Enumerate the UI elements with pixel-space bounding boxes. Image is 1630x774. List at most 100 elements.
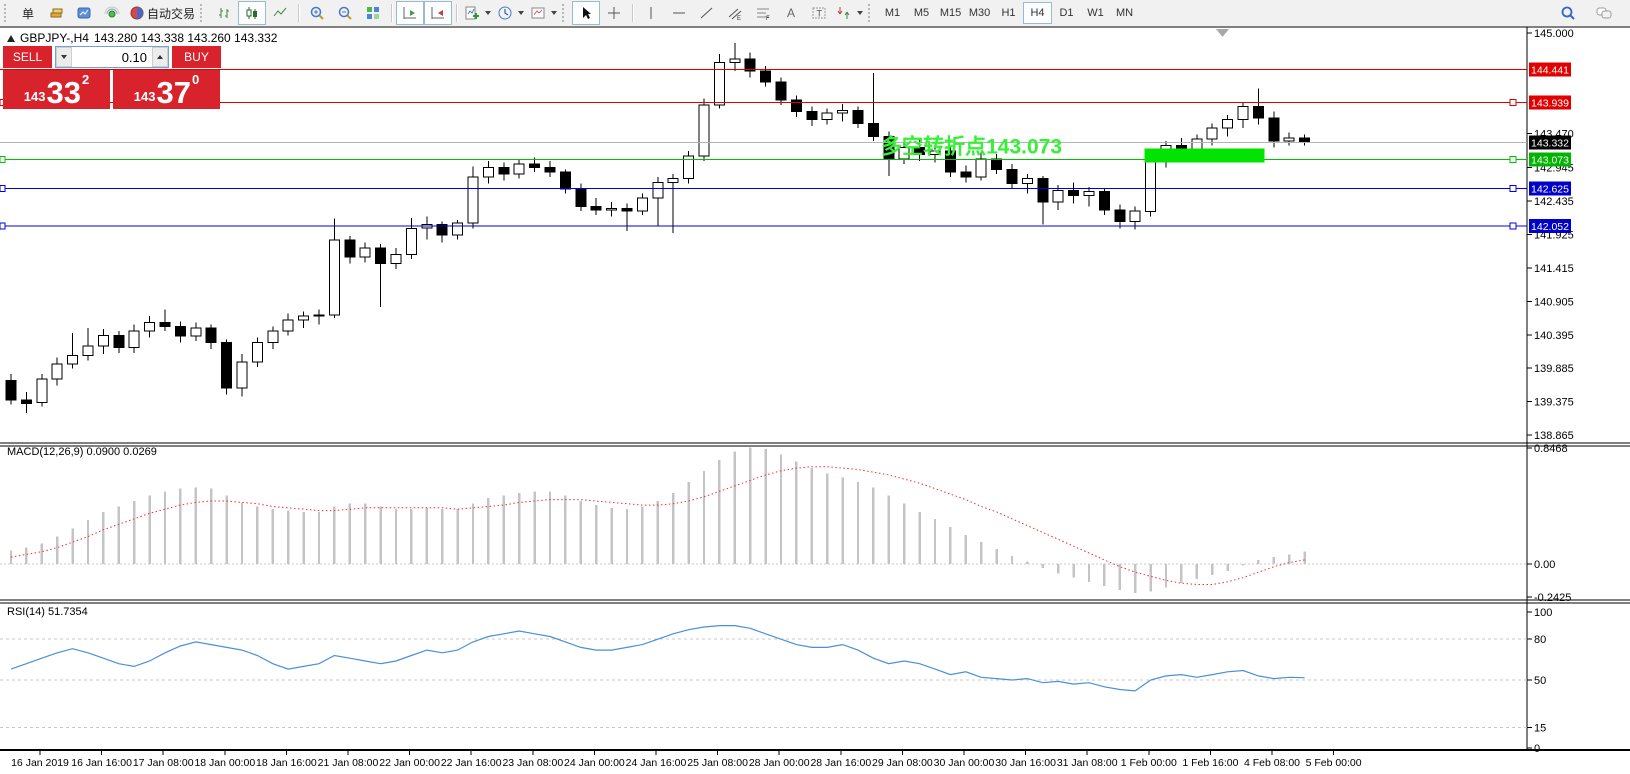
dropdown-arrow-icon[interactable] [857, 11, 863, 15]
zoom-out-button[interactable] [331, 1, 359, 25]
tf-h1-button-label: H1 [1001, 7, 1015, 19]
toolbar-separator [632, 4, 633, 22]
one-click-trade-panel: SELL BUY 143332 143370 [3, 46, 221, 109]
date-tick-label: 23 Jan 08:00 [502, 757, 563, 769]
tile-windows-button[interactable] [359, 1, 387, 25]
date-tick-label: 29 Jan 08:00 [872, 757, 933, 769]
date-tick-label: 28 Jan 00:00 [749, 757, 810, 769]
gold-icon [48, 5, 64, 21]
shift-icon [402, 5, 418, 21]
date-tick-label: 22 Jan 00:00 [379, 757, 440, 769]
date-tick-label: 28 Jan 16:00 [810, 757, 871, 769]
bar-chart-button[interactable] [210, 1, 238, 25]
arrows-icon [836, 5, 852, 21]
lot-decrease-button[interactable] [56, 47, 72, 67]
price-badge-label: 142.052 [1531, 221, 1569, 233]
trendline-button[interactable] [693, 1, 721, 25]
date-tick-label: 21 Jan 08:00 [318, 757, 379, 769]
tf-w1-button[interactable]: W1 [1081, 2, 1110, 24]
buy-price-display[interactable]: 143370 [113, 70, 220, 109]
rsi-tick-label: 0 [1534, 743, 1540, 755]
periods-button[interactable] [494, 1, 527, 25]
support-zone-rect[interactable] [1145, 148, 1265, 162]
search-button[interactable] [1554, 1, 1582, 25]
tf-m30-button[interactable]: M30 [965, 2, 994, 24]
tf-mn-button[interactable]: MN [1110, 2, 1139, 24]
horizontal-line-button[interactable] [665, 1, 693, 25]
arrows-button[interactable] [833, 1, 866, 25]
zoom-in-button[interactable] [303, 1, 331, 25]
tf-h4-button[interactable]: H4 [1023, 2, 1052, 24]
chat-button[interactable] [1590, 1, 1618, 25]
dropdown-arrow-icon[interactable] [551, 11, 557, 15]
signals-button[interactable] [98, 1, 126, 25]
zoomin-icon [309, 5, 325, 21]
market-orders-button[interactable] [42, 1, 70, 25]
toolbar-drag-handle[interactable] [200, 4, 206, 22]
candlestick-chart-button[interactable] [238, 1, 266, 25]
tf-d1-button[interactable]: D1 [1052, 2, 1081, 24]
symbol-expand-icon[interactable] [7, 35, 15, 42]
hline-icon [671, 5, 687, 21]
lot-input[interactable] [72, 47, 152, 67]
publish-icon [76, 5, 92, 21]
price-tick-label: 138.865 [1534, 430, 1574, 442]
toolbar-drag-handle[interactable] [562, 4, 568, 22]
fibonacci-button[interactable]: F [749, 1, 777, 25]
linechart-icon [272, 5, 288, 21]
channel-button[interactable]: E [721, 1, 749, 25]
tf-h1-button[interactable]: H1 [994, 2, 1023, 24]
tf-h4-button-label: H4 [1030, 7, 1044, 19]
date-tick-label: 30 Jan 00:00 [934, 757, 995, 769]
mt4-window: { "toolbar": { "groups": [ {"buttons": [… [0, 0, 1630, 774]
date-tick-label: 17 Jan 08:00 [133, 757, 194, 769]
templates-button[interactable] [527, 1, 560, 25]
crosshair-button[interactable] [600, 1, 628, 25]
fibo-icon: F [755, 5, 771, 21]
text-label-button[interactable]: T [805, 1, 833, 25]
text-button[interactable]: A [777, 1, 805, 25]
date-tick-label: 5 Feb 00:00 [1306, 757, 1362, 769]
line-chart-button[interactable] [266, 1, 294, 25]
tf-m1-button[interactable]: M1 [878, 2, 907, 24]
date-tick-label: 30 Jan 16:00 [995, 757, 1056, 769]
price-tick-label: 139.885 [1534, 363, 1574, 375]
clock-icon [497, 5, 513, 21]
buy-button[interactable]: BUY [172, 46, 221, 68]
dropdown-arrow-icon[interactable] [485, 11, 491, 15]
autoscroll-button[interactable] [424, 1, 452, 25]
pivot-annotation-text[interactable]: 多空转折点143.073 [881, 135, 1062, 159]
tf-m30-button-label: M30 [969, 7, 990, 19]
tf-m5-button[interactable]: M5 [907, 2, 936, 24]
toolbar-separator [456, 4, 457, 22]
search-icon [1560, 5, 1576, 21]
sell-button[interactable]: SELL [3, 46, 52, 68]
date-tick-label: 1 Feb 16:00 [1182, 757, 1238, 769]
price-badge-label: 142.625 [1531, 184, 1569, 196]
indicators-button[interactable] [461, 1, 494, 25]
tf-m15-button[interactable]: M15 [936, 2, 965, 24]
macd-tick-label: -0.2425 [1534, 592, 1571, 604]
rsi-line [11, 626, 1305, 691]
date-tick-label: 18 Jan 00:00 [194, 757, 255, 769]
tf-m15-button-label: M15 [940, 7, 961, 19]
new-order-button[interactable]: 单 [14, 1, 42, 25]
vertical-line-button[interactable] [637, 1, 665, 25]
sell-price-display[interactable]: 143332 [3, 70, 110, 109]
signal-icon [104, 5, 120, 21]
lot-increase-button[interactable] [152, 47, 168, 67]
toolbar-drag-handle[interactable] [868, 4, 874, 22]
toolbar-drag-handle[interactable] [4, 4, 10, 22]
dropdown-arrow-icon[interactable] [518, 11, 524, 15]
toolbar-separator [391, 4, 392, 22]
cursor-button[interactable] [572, 1, 600, 25]
price-tick-label: 140.905 [1534, 296, 1574, 308]
price-badge-label: 143.073 [1531, 154, 1569, 166]
svg-text:T: T [817, 9, 823, 19]
macd-tick-label: 0.8468 [1534, 443, 1568, 455]
label-icon: T [811, 5, 827, 21]
channel-icon: E [727, 5, 743, 21]
shift-end-button[interactable] [396, 1, 424, 25]
publish-chart-button[interactable] [70, 1, 98, 25]
autotrade-button[interactable]: 自动交易 [126, 1, 198, 25]
